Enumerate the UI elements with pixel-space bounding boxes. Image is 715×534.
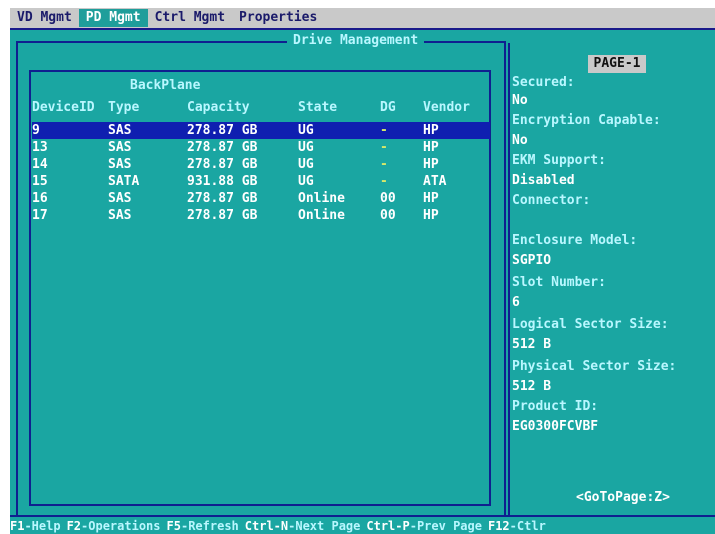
function-key-key: F1 — [10, 518, 25, 533]
table-row[interactable]: 15 SATA 931.88 GB UG - ATA — [32, 173, 490, 190]
main-panel: Drive Management BackPlane DeviceID Type… — [10, 30, 715, 515]
header-dg: DG — [380, 100, 396, 115]
property-label: Secured: — [512, 75, 575, 90]
function-key-key: Ctrl-N — [244, 518, 289, 533]
cell-type: SAS — [108, 140, 132, 155]
function-key-bar: F1 -Help F2 -Operations F5 -Refresh Ctrl-N -Nex… — [10, 515, 715, 534]
cell-vendor: HP — [423, 123, 439, 138]
property-label: Logical Sector Size: — [512, 317, 669, 332]
property-value: No — [512, 133, 528, 148]
function-key-label: -Prev Page — [409, 518, 482, 533]
header-state: State — [298, 100, 338, 115]
function-key-key: F12 — [487, 518, 510, 533]
tab-properties[interactable]: Properties — [232, 9, 324, 27]
cell-deviceid: 15 — [32, 174, 48, 189]
cell-vendor: ATA — [423, 174, 447, 189]
cell-type: SAS — [108, 208, 132, 223]
cell-dg: - — [380, 123, 388, 138]
function-key[interactable]: F1 -Help — [10, 519, 61, 533]
table-row[interactable]: 17 SAS 278.87 GB Online 00 HP — [32, 207, 490, 224]
header-vendor: Vendor — [423, 100, 470, 115]
property-label: Slot Number: — [512, 275, 606, 290]
cell-state: UG — [298, 140, 314, 155]
cell-deviceid: 14 — [32, 157, 48, 172]
property-value: 512 B — [512, 379, 552, 394]
cell-state: UG — [298, 123, 314, 138]
property-value: Disabled — [512, 173, 575, 188]
cell-deviceid: 13 — [32, 140, 48, 155]
cell-deviceid: 16 — [32, 191, 48, 206]
cell-dg: 00 — [380, 191, 396, 206]
cell-state: Online — [298, 208, 345, 223]
function-key-label: -Operations — [81, 518, 161, 533]
function-key[interactable]: Ctrl-N -Next Page — [245, 519, 361, 533]
function-key[interactable]: Ctrl-P -Prev Page — [366, 519, 482, 533]
function-key-key: Ctrl-P — [366, 518, 410, 533]
cell-capacity: 278.87 GB — [187, 140, 258, 155]
property-label: Connector: — [512, 193, 591, 208]
cell-vendor: HP — [423, 208, 439, 223]
tab-pd-mgmt[interactable]: PD Mgmt — [78, 9, 148, 27]
goto-page-button[interactable]: <GoToPage:Z> — [576, 490, 670, 505]
property-label: EKM Support: — [512, 153, 606, 168]
cell-dg: - — [380, 140, 388, 155]
cell-dg: - — [380, 157, 388, 172]
cell-state: UG — [298, 157, 314, 172]
cell-dg: - — [380, 174, 388, 189]
header-deviceid: DeviceID — [32, 100, 95, 115]
cell-capacity: 278.87 GB — [187, 208, 258, 223]
cell-deviceid: 9 — [32, 123, 40, 138]
tab-ctrl-mgmt[interactable]: Ctrl Mgmt — [148, 9, 232, 27]
function-key-label: -Help — [24, 518, 61, 533]
table-row[interactable]: 14 SAS 278.87 GB UG - HP — [32, 156, 490, 173]
tab-vd-mgmt[interactable]: VD Mgmt — [10, 9, 79, 27]
property-value: SGPIO — [512, 253, 552, 268]
function-key-label: -Refresh — [180, 518, 239, 533]
function-key[interactable]: F12 -Ctlr — [488, 519, 546, 533]
cell-type: SAS — [108, 123, 132, 138]
cell-type: SAS — [108, 157, 132, 172]
property-label: Enclosure Model: — [512, 233, 638, 248]
function-key[interactable]: F5 -Refresh — [167, 519, 239, 533]
properties-panel: PAGE-1 Secured: No Encryption Capable: No EK… — [510, 30, 715, 515]
property-label: Physical Sector Size: — [512, 359, 677, 374]
table-row[interactable]: 16 SAS 278.87 GB Online 00 HP — [32, 190, 490, 207]
table-row[interactable]: 9 SAS 278.87 GB UG - HP — [32, 122, 490, 139]
cell-state: UG — [298, 174, 314, 189]
property-value: 512 B — [512, 337, 552, 352]
property-value: 6 — [512, 295, 520, 310]
header-type: Type — [108, 100, 140, 115]
cell-capacity: 278.87 GB — [187, 191, 258, 206]
cell-capacity: 278.87 GB — [187, 123, 258, 138]
property-label: Encryption Capable: — [512, 113, 661, 128]
table-row[interactable]: 13 SAS 278.87 GB UG - HP — [32, 139, 490, 156]
cell-type: SATA — [108, 174, 140, 189]
cell-deviceid: 17 — [32, 208, 48, 223]
property-value: No — [512, 93, 528, 108]
cell-type: SAS — [108, 191, 132, 206]
function-key-label: -Next Page — [288, 518, 361, 533]
function-key-key: F2 — [66, 518, 82, 533]
page-indicator: PAGE-1 — [588, 55, 646, 73]
menu-bar: VD Mgmt PD Mgmt Ctrl Mgmt Properties — [10, 8, 715, 30]
cell-capacity: 278.87 GB — [187, 157, 258, 172]
header-capacity: Capacity — [187, 100, 250, 115]
bios-screen: VD Mgmt PD Mgmt Ctrl Mgmt Properties Dri… — [0, 0, 715, 534]
cell-vendor: HP — [423, 157, 439, 172]
function-key-label: -Ctlr — [509, 518, 546, 533]
function-key-key: F5 — [166, 518, 181, 533]
cell-vendor: HP — [423, 191, 439, 206]
function-key[interactable]: F2 -Operations — [67, 519, 161, 533]
panel-title: Drive Management — [287, 33, 425, 49]
backplane-label: BackPlane — [130, 78, 201, 93]
cell-capacity: 931.88 GB — [187, 174, 258, 189]
cell-state: Online — [298, 191, 345, 206]
cell-vendor: HP — [423, 140, 439, 155]
property-value: EG0300FCVBF — [512, 419, 599, 434]
property-label: Product ID: — [512, 399, 599, 414]
cell-dg: 00 — [380, 208, 396, 223]
